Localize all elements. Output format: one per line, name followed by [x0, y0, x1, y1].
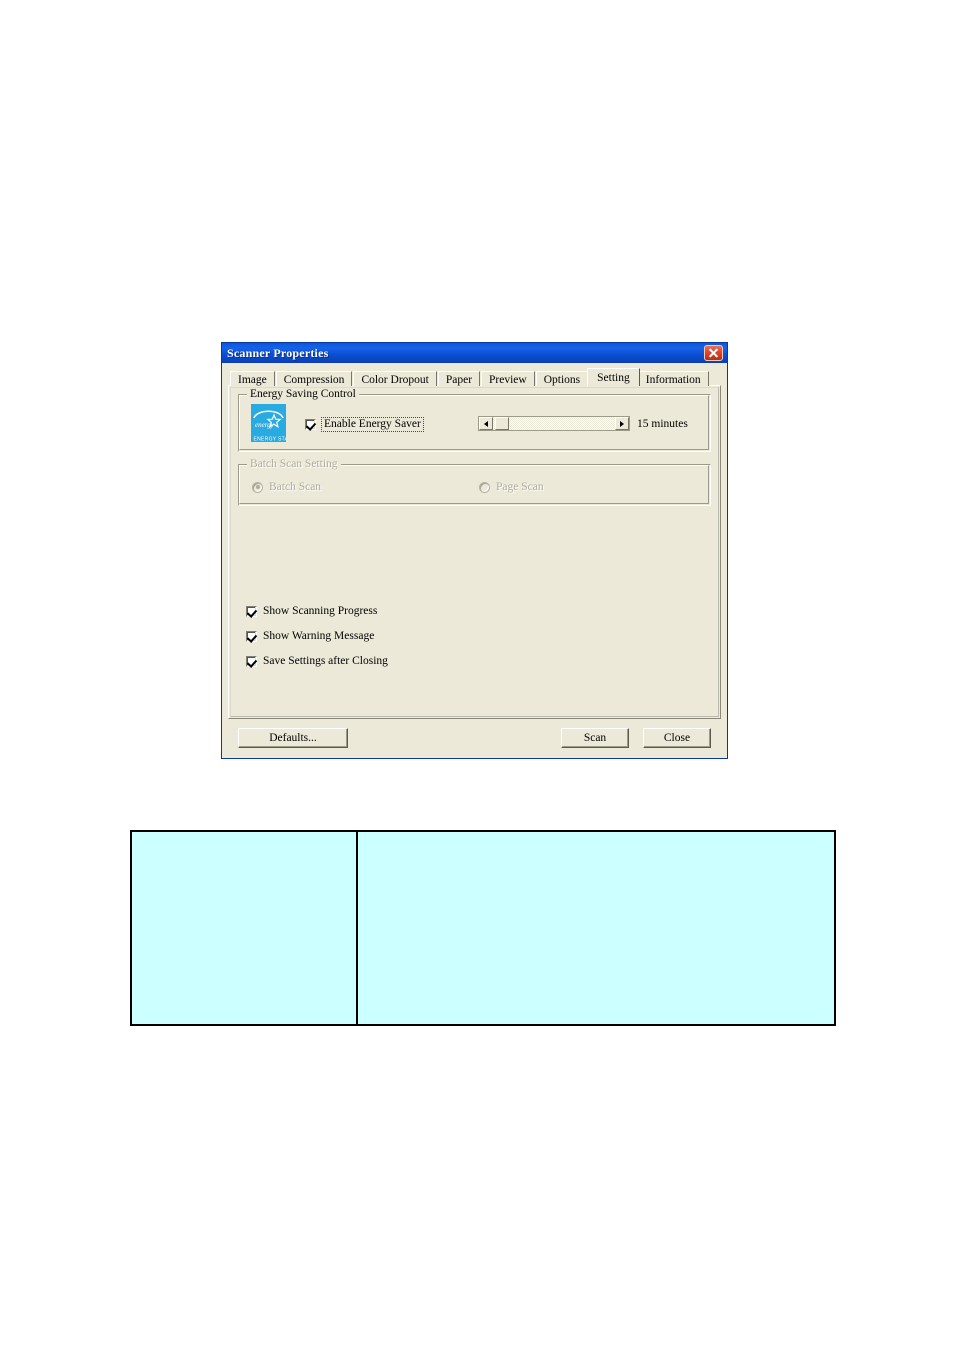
show-warning-message-row[interactable]: Show Warning Message [246, 630, 388, 642]
scanner-properties-dialog: Scanner Properties Image Compression Col… [221, 342, 728, 759]
arrow-left-icon [484, 420, 488, 427]
energy-group-title: Energy Saving Control [247, 388, 359, 400]
energy-star-logo-icon: energy ENERGY STAR [251, 404, 292, 442]
batch-scan-radio [252, 481, 263, 493]
show-scanning-progress-label: Show Scanning Progress [263, 605, 378, 617]
show-scanning-progress-checkbox[interactable] [246, 605, 257, 617]
batch-scan-radio-row: Batch Scan [252, 481, 321, 493]
svg-text:ENERGY STAR: ENERGY STAR [254, 436, 287, 442]
page-scan-label: Page Scan [496, 481, 544, 493]
save-settings-after-closing-checkbox[interactable] [246, 655, 257, 667]
tab-information[interactable]: Information [637, 371, 709, 386]
title-bar[interactable]: Scanner Properties [222, 343, 727, 363]
energy-timeout-slider-wrap: 15 minutes [478, 416, 688, 431]
tab-compression[interactable]: Compression [275, 371, 353, 386]
info-table [130, 830, 836, 1026]
options-checkbox-list: Show Scanning Progress Show Warning Mess… [246, 605, 388, 680]
tab-setting[interactable]: Setting [587, 368, 640, 386]
tab-preview[interactable]: Preview [481, 371, 535, 386]
arrow-right-icon [620, 420, 624, 427]
slider-decrease-button[interactable] [479, 417, 493, 430]
energy-timeout-slider[interactable] [478, 416, 630, 431]
save-settings-after-closing-row[interactable]: Save Settings after Closing [246, 655, 388, 667]
show-scanning-progress-row[interactable]: Show Scanning Progress [246, 605, 388, 617]
svg-text:energy: energy [255, 421, 275, 429]
energy-saving-control-group: Energy Saving Control energy ENERGY STAR [238, 388, 711, 452]
dialog-button-bar: Defaults... Scan Close [228, 728, 721, 750]
energy-timeout-value: 15 minutes [637, 417, 688, 430]
defaults-button[interactable]: Defaults... [238, 728, 348, 748]
setting-tab-page: Energy Saving Control energy ENERGY STAR [228, 385, 721, 719]
scan-button[interactable]: Scan [561, 728, 629, 748]
show-warning-message-checkbox[interactable] [246, 630, 257, 642]
slider-thumb[interactable] [495, 417, 509, 430]
page-scan-radio-row: Page Scan [479, 481, 544, 493]
enable-energy-saver-row[interactable]: Enable Energy Saver [305, 417, 424, 432]
tab-paper[interactable]: Paper [437, 371, 481, 386]
close-button[interactable]: Close [643, 728, 711, 748]
batch-group-title: Batch Scan Setting [247, 458, 341, 470]
batch-scan-label: Batch Scan [269, 481, 322, 493]
page-scan-radio [479, 481, 490, 493]
tab-strip: Image Compression Color Dropout Paper Pr… [230, 368, 721, 386]
table-cell-right [358, 832, 834, 1024]
save-settings-after-closing-label: Save Settings after Closing [263, 655, 388, 667]
dialog-client-area: Image Compression Color Dropout Paper Pr… [222, 363, 727, 758]
tab-options[interactable]: Options [535, 371, 589, 386]
enable-energy-saver-label: Enable Energy Saver [321, 417, 424, 432]
tab-image[interactable]: Image [230, 371, 275, 386]
table-cell-left [132, 832, 358, 1024]
enable-energy-saver-checkbox[interactable] [305, 419, 316, 430]
window-title: Scanner Properties [227, 345, 329, 360]
close-icon[interactable] [704, 345, 723, 361]
batch-scan-setting-group: Batch Scan Setting Batch Scan Page Scan [238, 458, 711, 506]
slider-track[interactable] [493, 417, 615, 430]
tab-color-dropout[interactable]: Color Dropout [353, 371, 437, 386]
slider-increase-button[interactable] [615, 417, 629, 430]
show-warning-message-label: Show Warning Message [263, 630, 375, 642]
